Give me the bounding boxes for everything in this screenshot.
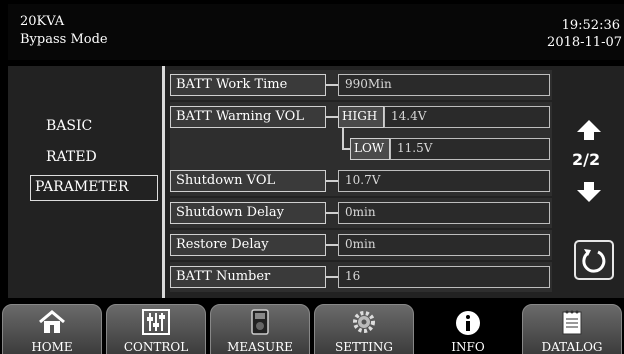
connector [326, 244, 338, 246]
mode-label: Bypass Mode [20, 32, 108, 47]
time-label: 19:52:36 [561, 18, 620, 33]
tab-label: CONTROL [123, 340, 189, 354]
tab-label: HOME [31, 340, 73, 354]
high-label: HIGH [338, 106, 384, 128]
param-value: 0min [338, 234, 550, 256]
tab-control[interactable]: CONTROL [106, 304, 206, 354]
ups-screen: 20KVA Bypass Mode 19:52:36 2018-11-07 BA… [0, 0, 624, 354]
pager: 2/2 [566, 110, 618, 216]
connector [342, 148, 350, 150]
connector [326, 84, 338, 86]
connector [326, 212, 338, 214]
tab-info[interactable]: INFO [418, 304, 518, 354]
param-label: BATT Number [170, 266, 326, 288]
connector [326, 180, 338, 182]
info-panel: BASIC RATED PARAMETER BATT Work Time 990… [8, 66, 624, 298]
date-label: 2018-11-07 [547, 35, 622, 50]
arrow-up-icon [584, 132, 594, 140]
param-row-shutdown-vol: Shutdown VOL 10.7V [170, 166, 552, 196]
page-up-button[interactable] [566, 110, 618, 144]
param-label: BATT Warning VOL [170, 106, 326, 128]
low-label: LOW [350, 138, 390, 160]
param-value: 990Min [338, 74, 550, 96]
param-row-batt-work-time: BATT Work Time 990Min [170, 70, 552, 100]
arrow-up-icon [577, 120, 601, 132]
param-label: Restore Delay [170, 234, 326, 256]
tab-label: DATALOG [541, 340, 603, 354]
tab-home[interactable]: HOME [2, 304, 102, 354]
arrow-down-icon [577, 190, 601, 202]
param-value: 0min [338, 202, 550, 224]
param-label: Shutdown Delay [170, 202, 326, 224]
bottom-nav: HOME CONTROL MEASURE SETTING INFO DATALO… [0, 300, 624, 354]
param-row-restore-delay: Restore Delay 0min [170, 230, 552, 260]
page-indicator: 2/2 [572, 150, 601, 169]
menu-divider [162, 66, 165, 298]
tab-label: SETTING [334, 340, 394, 354]
gear-icon [353, 311, 375, 333]
param-row-batt-warning-vol: BATT Warning VOL HIGH 14.4V LOW 11.5V [170, 102, 552, 166]
refresh-icon [582, 249, 606, 273]
menu-item-parameter[interactable]: PARAMETER [30, 175, 158, 201]
tab-setting[interactable]: SETTING [314, 304, 414, 354]
model-label: 20KVA [20, 14, 65, 29]
sliders-icon [142, 309, 170, 335]
connector [326, 276, 338, 278]
connector [326, 116, 338, 118]
refresh-button[interactable] [574, 240, 614, 280]
low-value: 11.5V [390, 138, 550, 160]
high-value: 14.4V [384, 106, 550, 128]
param-row-shutdown-delay: Shutdown Delay 0min [170, 198, 552, 228]
tab-label: MEASURE [227, 340, 293, 354]
home-icon [39, 310, 65, 333]
meter-icon [251, 309, 269, 335]
param-label: Shutdown VOL [170, 170, 326, 192]
menu-item-rated[interactable]: RATED [46, 149, 97, 165]
tab-label: INFO [451, 340, 485, 354]
header-bar: 20KVA Bypass Mode 19:52:36 2018-11-07 [8, 4, 624, 60]
info-icon [456, 311, 480, 335]
param-value: 10.7V [338, 170, 550, 192]
menu-item-basic[interactable]: BASIC [46, 118, 92, 134]
page-down-button[interactable] [566, 176, 618, 210]
tab-measure[interactable]: MEASURE [210, 304, 310, 354]
notepad-icon [562, 310, 582, 335]
tab-datalog[interactable]: DATALOG [522, 304, 622, 354]
param-value: 16 [338, 266, 550, 288]
param-row-batt-number: BATT Number 16 [170, 262, 552, 292]
arrow-down-icon [584, 182, 594, 190]
param-label: BATT Work Time [170, 74, 326, 96]
